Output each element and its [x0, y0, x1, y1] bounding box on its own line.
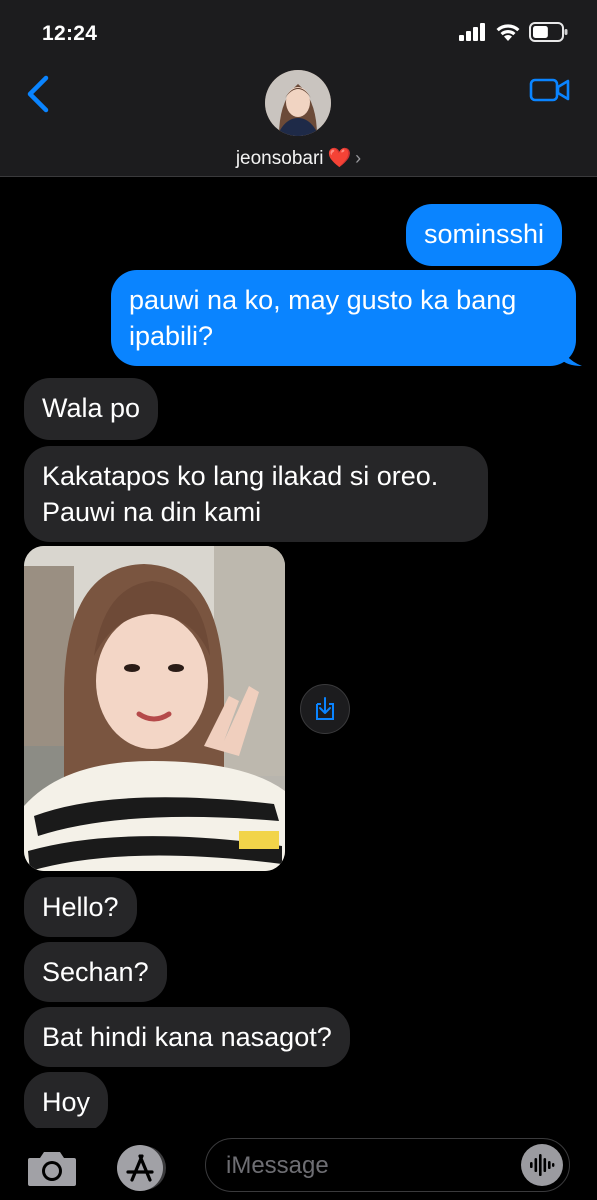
- contact-name-button[interactable]: jeonsobari ❤️ ›: [0, 146, 597, 170]
- message-bubble-received[interactable]: Hello?: [24, 877, 137, 937]
- message-bubble-sent[interactable]: pauwi na ko, may gusto ka bang ipabili?: [111, 270, 576, 366]
- status-time: 12:24: [42, 22, 98, 45]
- message-input[interactable]: iMessage: [205, 1138, 570, 1192]
- message-bubble-received[interactable]: Kakatapos ko lang ilakad si oreo. Pauwi …: [24, 446, 488, 542]
- conversation-header: jeonsobari ❤️ ›: [0, 62, 597, 177]
- message-text: pauwi na ko, may gusto ka bang ipabili?: [129, 285, 517, 351]
- app-store-icon[interactable]: [114, 1142, 170, 1194]
- message-text: Bat hindi kana nasagot?: [42, 1022, 332, 1052]
- battery-icon: [529, 22, 568, 42]
- message-text: Hello?: [42, 892, 119, 922]
- message-bubble-received[interactable]: Hoy: [24, 1072, 109, 1132]
- signal-icon: [459, 23, 485, 41]
- photo-attachment[interactable]: [24, 546, 285, 871]
- bubble-tail: [560, 340, 582, 366]
- audio-waveform-icon[interactable]: [521, 1144, 563, 1186]
- message-bubble-received[interactable]: Wala po: [24, 378, 159, 440]
- message-bubble-sent[interactable]: sominsshi: [406, 204, 563, 266]
- wifi-icon: [496, 24, 520, 41]
- save-photo-button[interactable]: [300, 684, 350, 734]
- message-text: sominsshi: [424, 219, 545, 249]
- contact-name: jeonsobari: [235, 148, 324, 169]
- contact-avatar[interactable]: [265, 70, 331, 136]
- compose-bar: iMessage: [0, 1128, 597, 1200]
- chevron-left-icon[interactable]: [22, 74, 54, 114]
- message-text: Hoy: [42, 1087, 91, 1117]
- message-text: Sechan?: [42, 957, 149, 987]
- status-bar: 12:24: [0, 0, 597, 62]
- camera-icon[interactable]: [26, 1148, 78, 1188]
- download-icon: [316, 697, 334, 720]
- message-text: Kakatapos ko lang ilakad si oreo. Pauwi …: [42, 461, 439, 527]
- heart-emoji: ❤️: [327, 148, 352, 169]
- status-icons: [459, 22, 569, 42]
- chevron-right-icon: ›: [355, 148, 362, 168]
- video-camera-icon[interactable]: [529, 76, 571, 104]
- message-bubble-received[interactable]: Sechan?: [24, 942, 167, 1002]
- message-input-placeholder: iMessage: [226, 1152, 329, 1179]
- message-bubble-received[interactable]: Bat hindi kana nasagot?: [24, 1007, 350, 1067]
- message-text: Wala po: [42, 393, 141, 423]
